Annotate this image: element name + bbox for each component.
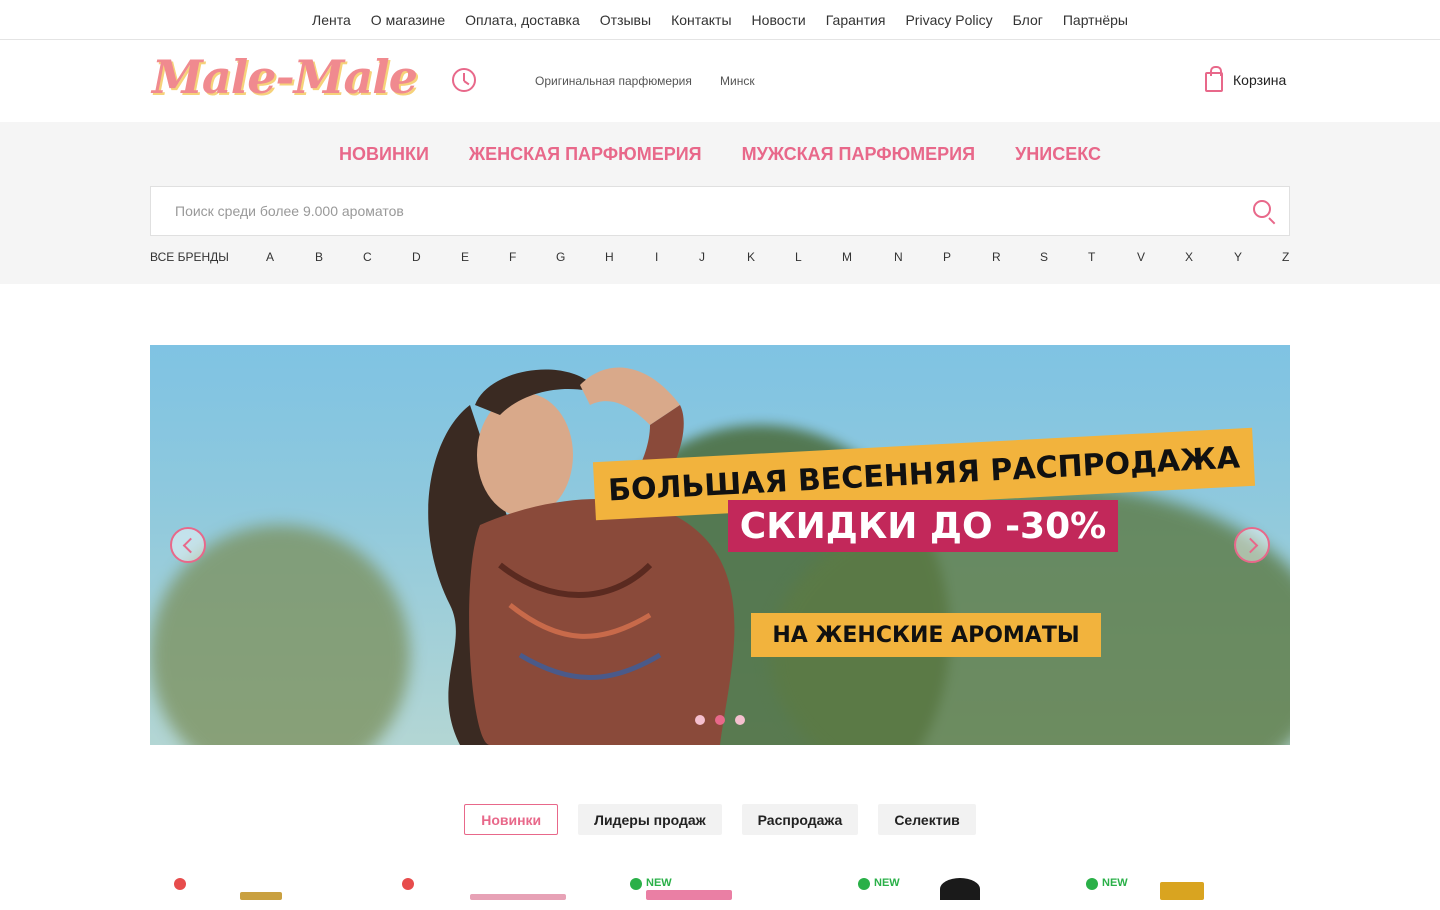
product-card[interactable]: NEW (1068, 870, 1268, 910)
product-tabs: Новинки Лидеры продаж Распродажа Селекти… (0, 804, 1440, 835)
tab-bestsellers[interactable]: Лидеры продаж (578, 804, 722, 835)
letter-link[interactable]: X (1185, 250, 1193, 264)
letter-link[interactable]: M (842, 250, 852, 264)
search-box (150, 186, 1290, 236)
nav-link-partners[interactable]: Партнёры (1063, 12, 1128, 28)
product-card[interactable] (384, 870, 584, 910)
letter-link[interactable]: Z (1282, 250, 1289, 264)
all-brands-link[interactable]: ВСЕ БРЕНДЫ (150, 250, 229, 264)
category-unisex[interactable]: УНИСЕКС (1015, 144, 1101, 165)
product-image (1160, 882, 1204, 900)
new-badge: NEW (874, 877, 900, 889)
nav-link-warranty[interactable]: Гарантия (826, 12, 886, 28)
badge-dot-icon (858, 878, 870, 890)
letter-link[interactable]: R (992, 250, 1001, 264)
new-badge: NEW (1102, 877, 1128, 889)
product-image (470, 894, 566, 900)
badge-dot-icon (402, 878, 414, 890)
site-header: Male-Male Оригинальная парфюмерия Минск … (0, 40, 1440, 122)
brand-alphabet: ВСЕ БРЕНДЫ A B C D E F G H I J K L M N P… (150, 250, 1290, 266)
letter-link[interactable]: J (699, 250, 705, 264)
nav-link-contacts[interactable]: Контакты (671, 12, 731, 28)
search-input[interactable] (151, 187, 1221, 235)
tab-sale[interactable]: Распродажа (741, 804, 859, 835)
letter-link[interactable]: L (795, 250, 802, 264)
letter-link[interactable]: E (461, 250, 469, 264)
product-card[interactable]: NEW (612, 870, 812, 910)
nav-link-about[interactable]: О магазине (371, 12, 445, 28)
letter-link[interactable]: F (509, 250, 516, 264)
letter-link[interactable]: P (943, 250, 951, 264)
letter-link[interactable]: N (894, 250, 903, 264)
letter-link[interactable]: G (556, 250, 565, 264)
store-tagline: Оригинальная парфюмерия (535, 74, 692, 88)
model-photo (428, 367, 735, 745)
product-image (240, 892, 282, 900)
product-image (940, 878, 980, 900)
search-icon[interactable] (1253, 200, 1271, 218)
new-badge: NEW (646, 877, 672, 889)
category-navigation: НОВИНКИ ЖЕНСКАЯ ПАРФЮМЕРИЯ МУЖСКАЯ ПАРФЮ… (0, 122, 1440, 165)
nav-link-blog[interactable]: Блог (1013, 12, 1043, 28)
slider-dot-active[interactable] (715, 715, 725, 725)
category-new[interactable]: НОВИНКИ (339, 144, 429, 165)
letter-link[interactable]: I (655, 250, 658, 264)
banner-discount: СКИДКИ ДО -30% (728, 500, 1118, 552)
slider-dot[interactable] (735, 715, 745, 725)
promo-banner[interactable]: БОЛЬШАЯ ВЕСЕННЯЯ РАСПРОДАЖА СКИДКИ ДО -3… (150, 345, 1290, 745)
product-card[interactable]: NEW (840, 870, 1040, 910)
letter-link[interactable]: Y (1234, 250, 1242, 264)
tab-new[interactable]: Новинки (464, 804, 559, 835)
letter-link[interactable]: B (315, 250, 323, 264)
store-city: Минск (720, 74, 755, 88)
product-image (646, 890, 732, 900)
nav-link-privacy[interactable]: Privacy Policy (905, 12, 992, 28)
badge-dot-icon (630, 878, 642, 890)
letter-link[interactable]: H (605, 250, 614, 264)
slider-dot[interactable] (695, 715, 705, 725)
letter-link[interactable]: C (363, 250, 372, 264)
badge-dot-icon (174, 878, 186, 890)
category-women[interactable]: ЖЕНСКАЯ ПАРФЮМЕРИЯ (469, 144, 702, 165)
slider-dots (695, 715, 745, 725)
tab-selective[interactable]: Селектив (878, 804, 976, 835)
letter-link[interactable]: D (412, 250, 421, 264)
banner-prev-arrow-icon[interactable] (170, 527, 206, 563)
banner-next-arrow-icon[interactable] (1234, 527, 1270, 563)
nav-link-feed[interactable]: Лента (312, 12, 351, 28)
badge-dot-icon (1086, 878, 1098, 890)
product-card[interactable] (156, 870, 356, 910)
nav-link-news[interactable]: Новости (752, 12, 806, 28)
letter-link[interactable]: T (1088, 250, 1095, 264)
letter-link[interactable]: V (1137, 250, 1145, 264)
banner-subheadline: НА ЖЕНСКИЕ АРОМАТЫ (751, 613, 1101, 657)
nav-link-payment-delivery[interactable]: Оплата, доставка (465, 12, 580, 28)
letter-link[interactable]: K (747, 250, 755, 264)
letter-link[interactable]: A (266, 250, 274, 264)
site-logo[interactable]: Male-Male (152, 50, 418, 104)
category-men[interactable]: МУЖСКАЯ ПАРФЮМЕРИЯ (742, 144, 975, 165)
catalog-band: НОВИНКИ ЖЕНСКАЯ ПАРФЮМЕРИЯ МУЖСКАЯ ПАРФЮ… (0, 122, 1440, 284)
cart-label: Корзина (1233, 72, 1287, 88)
clock-icon[interactable] (452, 68, 476, 92)
letter-link[interactable]: S (1040, 250, 1048, 264)
top-navigation: Лента О магазине Оплата, доставка Отзывы… (0, 0, 1440, 40)
nav-link-reviews[interactable]: Отзывы (600, 12, 651, 28)
shopping-bag-icon (1205, 66, 1223, 92)
cart-button[interactable]: Корзина (1205, 66, 1287, 92)
